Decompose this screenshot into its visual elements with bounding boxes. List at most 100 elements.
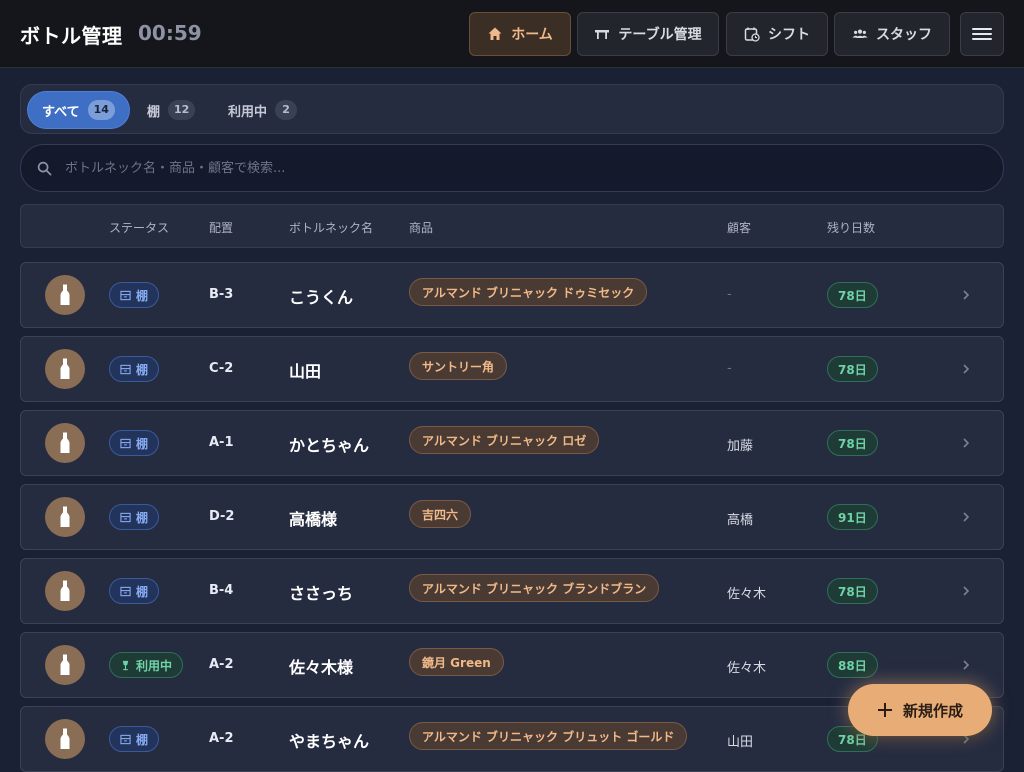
bottle-avatar — [45, 423, 85, 463]
bottle-neck-name: 山田 — [289, 362, 322, 381]
bottle-avatar — [45, 497, 85, 537]
row-chevron — [959, 361, 973, 377]
menu-button[interactable] — [960, 12, 1004, 56]
remaining-days-badge: 78日 — [827, 430, 878, 456]
bottle-icon — [60, 506, 70, 527]
status-badge: 棚 — [109, 504, 160, 530]
column-header-customer: 顧客 — [727, 221, 752, 235]
status-badge: 棚 — [109, 282, 160, 308]
status-label: 棚 — [136, 510, 149, 525]
table-row[interactable]: 棚 A-1 かとちゃん アルマンド ブリニャック ロゼ 加藤 78日 — [20, 410, 1004, 476]
filter-chip-count: 14 — [87, 100, 115, 120]
bottle-icon — [60, 580, 70, 601]
filter-chip-shelf[interactable]: 棚 12 — [133, 92, 209, 128]
shelf-icon — [120, 290, 131, 300]
customer-cell: - — [727, 287, 732, 302]
location-cell: C-2 — [209, 361, 234, 376]
nav-shift-label: シフト — [768, 27, 810, 43]
shelf-icon — [120, 438, 131, 448]
column-header-status: ステータス — [109, 221, 170, 235]
create-new-button[interactable]: 新規作成 — [848, 684, 992, 736]
row-chevron — [959, 657, 973, 673]
product-tag: アルマンド ブリニャック ブランドブラン — [409, 574, 660, 602]
shelf-icon — [120, 734, 131, 744]
filter-chip-label: すべて — [42, 104, 80, 120]
remaining-days-badge: 78日 — [827, 356, 878, 382]
table-row[interactable]: 棚 C-2 山田 サントリー角 - 78日 — [20, 336, 1004, 402]
clock: 00:59 — [138, 21, 202, 45]
shelf-icon — [120, 364, 131, 374]
remaining-days-badge: 91日 — [827, 504, 878, 530]
column-header-days: 残り日数 — [827, 221, 876, 235]
glass-icon — [122, 660, 129, 670]
customer-cell: 佐々木 — [727, 661, 767, 676]
status-badge: 利用中 — [109, 652, 184, 678]
shelf-icon — [120, 586, 131, 596]
table-row[interactable]: 棚 B-4 ささっち アルマンド ブリニャック ブランドブラン 佐々木 78日 — [20, 558, 1004, 624]
shelf-icon — [120, 512, 131, 522]
remaining-days-badge: 78日 — [827, 282, 878, 308]
row-chevron — [959, 509, 973, 525]
people-icon — [852, 29, 868, 38]
bottle-neck-name: こうくん — [289, 288, 354, 307]
chevron-right-icon — [963, 512, 970, 522]
bottle-icon — [60, 432, 70, 453]
status-label: 利用中 — [136, 658, 173, 673]
filter-chip-label: 利用中 — [228, 104, 268, 120]
status-label: 棚 — [136, 288, 149, 303]
nav-home-label: ホーム — [511, 27, 553, 43]
status-badge: 棚 — [109, 578, 160, 604]
bottle-icon — [60, 654, 70, 675]
location-cell: D-2 — [209, 509, 235, 524]
table-icon — [595, 30, 610, 39]
table-row[interactable]: 棚 B-3 こうくん アルマンド ブリニャック ドゥミセック - 78日 — [20, 262, 1004, 328]
location-cell: B-4 — [209, 583, 234, 598]
search-icon — [37, 161, 52, 176]
nav-shift-button[interactable]: シフト — [726, 12, 828, 56]
row-chevron — [959, 435, 973, 451]
nav-staff-label: スタッフ — [876, 27, 932, 43]
bottle-avatar — [45, 571, 85, 611]
chevron-right-icon — [963, 438, 970, 448]
app-header: ボトル管理 00:59 ホーム テーブル管理 シフト スタッフ — [0, 0, 1024, 68]
bottle-neck-name: かとちゃん — [289, 436, 370, 455]
table-row[interactable]: 棚 D-2 高橋様 吉四六 高橋 91日 — [20, 484, 1004, 550]
status-label: 棚 — [136, 732, 149, 747]
nav-table-button[interactable]: テーブル管理 — [577, 12, 719, 56]
remaining-days-badge: 88日 — [827, 652, 878, 678]
row-chevron — [959, 583, 973, 599]
search-box — [20, 144, 1004, 192]
hamburger-icon — [972, 28, 992, 40]
app-title: ボトル管理 — [20, 24, 123, 48]
chevron-right-icon — [963, 290, 970, 300]
table-header: ステータス 配置 ボトルネック名 商品 顧客 残り日数 — [20, 204, 1004, 248]
table-row[interactable]: 利用中 A-2 佐々木様 鏡月 Green 佐々木 88日 — [20, 632, 1004, 698]
location-cell: A-1 — [209, 435, 234, 450]
customer-cell: 加藤 — [727, 439, 754, 454]
column-header-neck: ボトルネック名 — [289, 221, 374, 235]
location-cell: A-2 — [209, 731, 234, 746]
filter-chip-count: 2 — [275, 100, 298, 120]
filter-chip-label: 棚 — [147, 104, 161, 120]
nav-staff-button[interactable]: スタッフ — [834, 12, 950, 56]
chevron-right-icon — [963, 660, 970, 670]
filter-chip-all[interactable]: すべて 14 — [28, 92, 129, 128]
product-tag: アルマンド ブリニャック ドゥミセック — [409, 278, 648, 306]
status-badge: 棚 — [109, 356, 160, 382]
search-input[interactable] — [63, 145, 983, 191]
customer-cell: 高橋 — [727, 513, 754, 528]
bottle-neck-name: 佐々木様 — [289, 658, 354, 677]
nav-home-button[interactable]: ホーム — [469, 12, 571, 56]
bottle-icon — [60, 728, 70, 749]
customer-cell: 山田 — [727, 735, 754, 750]
nav-table-label: テーブル管理 — [618, 27, 702, 43]
status-badge: 棚 — [109, 726, 160, 752]
product-tag: 吉四六 — [409, 500, 472, 528]
product-tag: アルマンド ブリニャック ロゼ — [409, 426, 600, 454]
filter-chip-in-use[interactable]: 利用中 2 — [214, 92, 311, 128]
bottle-avatar — [45, 645, 85, 685]
status-label: 棚 — [136, 362, 149, 377]
bottle-icon — [60, 284, 70, 305]
status-label: 棚 — [136, 584, 149, 599]
location-cell: A-2 — [209, 657, 234, 672]
